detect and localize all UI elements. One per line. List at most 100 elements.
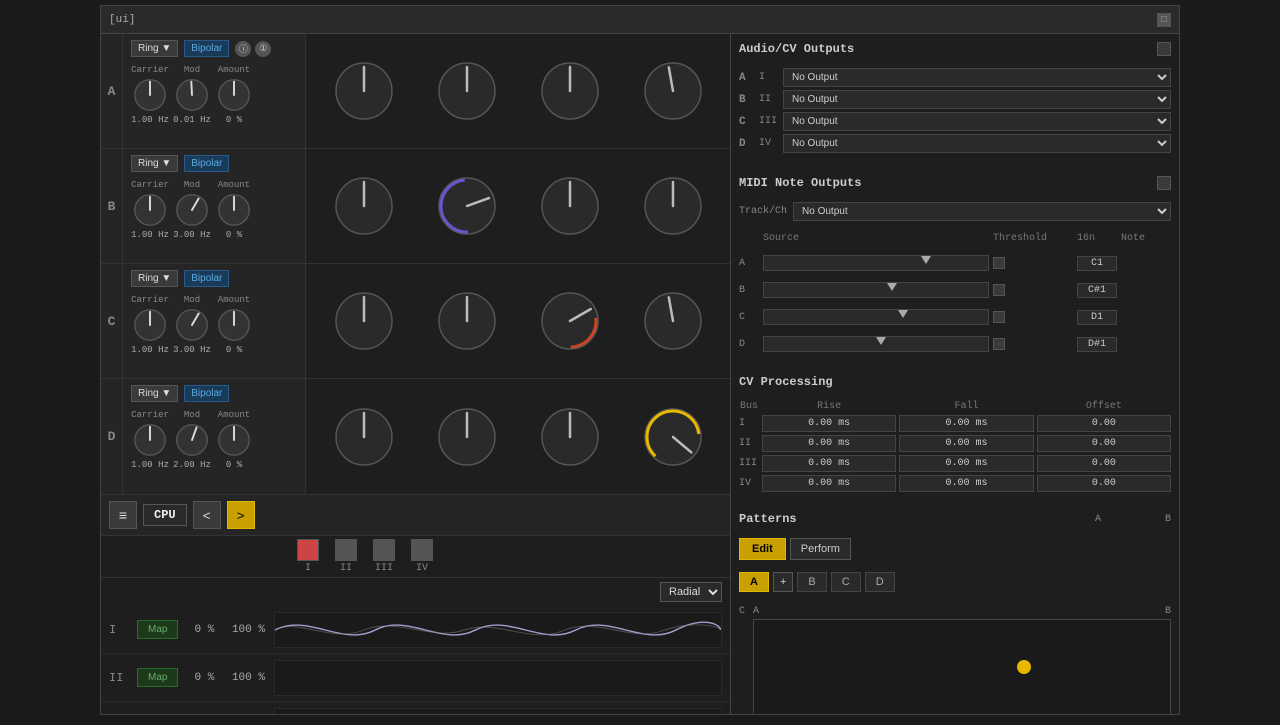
big-knob-c1[interactable] [314,287,413,355]
cv-rise-iii[interactable]: 0.00 ms [762,455,896,472]
step-header: I II III IV [101,536,730,578]
note-checkbox-c[interactable] [993,311,1005,323]
info-icon-a[interactable]: ⓘ [235,41,251,57]
osc-type-btn-a[interactable]: Ring ▼ [131,40,178,57]
cv-offset-iii[interactable]: 0.00 [1037,455,1171,472]
big-knob-c4[interactable] [623,287,722,355]
osc-type-btn-c[interactable]: Ring ▼ [131,270,178,287]
xy-dot [1017,660,1031,674]
cv-bus-iv: IV [739,478,759,489]
audio-select-a[interactable]: No Output [783,68,1171,87]
note-checkbox-d[interactable] [993,338,1005,350]
threshold-bar-a[interactable] [763,255,989,271]
big-knob-b1[interactable] [314,172,413,240]
pat-c-button[interactable]: C [831,572,861,592]
map-btn-ii[interactable]: Map [137,668,178,687]
audio-cv-checkbox[interactable] [1157,42,1171,56]
cv-rise-iv[interactable]: 0.00 ms [762,475,896,492]
midi-src-c: C [739,312,759,323]
menu-button[interactable]: ≡ [109,501,137,529]
close-button[interactable]: □ [1157,13,1171,27]
audio-cv-title: Audio/CV Outputs [739,42,854,56]
bipolar-btn-b[interactable]: Bipolar [184,155,229,172]
amount-knob-b[interactable] [215,191,253,229]
big-knob-a1[interactable] [314,57,413,125]
mod-knob-b[interactable] [173,191,211,229]
bipolar-btn-a[interactable]: Bipolar [184,40,229,57]
step-btn-ii[interactable] [335,539,357,561]
mod-knob-c[interactable] [173,306,211,344]
big-knob-d3[interactable] [520,403,619,471]
pat-a-button[interactable]: A [739,572,769,592]
cv-fall-ii[interactable]: 0.00 ms [899,435,1033,452]
big-knob-d1[interactable] [314,403,413,471]
xy-pad[interactable] [753,619,1171,714]
cv-fall-i[interactable]: 0.00 ms [899,415,1033,432]
step-label-iii: III [375,563,393,574]
big-knob-a2[interactable] [417,57,516,125]
big-knob-b2[interactable] [417,172,516,240]
osc-type-btn-d[interactable]: Ring ▼ [131,385,178,402]
big-knob-d2[interactable] [417,403,516,471]
pat-b-button[interactable]: B [797,572,826,592]
mixer-rows: I Map 0 % 100 % [101,606,730,714]
carrier-knob-d[interactable] [131,421,169,459]
step-btn-i[interactable] [297,539,319,561]
b-corner-label: B [1165,606,1171,617]
midi-col-headers: Source Threshold 16n Note [739,233,1171,244]
bipolar-btn-c[interactable]: Bipolar [184,270,229,287]
big-knob-a3[interactable] [520,57,619,125]
midi-checkbox[interactable] [1157,176,1171,190]
threshold-bar-c[interactable] [763,309,989,325]
amount-knob-c[interactable] [215,306,253,344]
audio-select-b[interactable]: No Output [783,90,1171,109]
carrier-knob-a[interactable] [131,76,169,114]
big-knob-b3[interactable] [520,172,619,240]
pat-plus-button[interactable]: + [773,572,793,592]
audio-cv-rows: A I No Output B II No Output C III No Ou… [739,68,1171,156]
midi-track-select[interactable]: No Output [793,202,1171,221]
mod-knob-d[interactable] [173,421,211,459]
cv-fall-iii[interactable]: 0.00 ms [899,455,1033,472]
num-icon-a[interactable]: ① [255,41,271,57]
audio-row-a: A I No Output [739,68,1171,87]
note-checkbox-b[interactable] [993,284,1005,296]
big-knob-d4[interactable] [623,403,722,471]
map-btn-i[interactable]: Map [137,620,178,639]
big-knob-c3[interactable] [520,287,619,355]
osc-controls-d: Ring ▼ Bipolar Carrier 1.00 Hz [123,379,306,494]
cv-rise-ii[interactable]: 0.00 ms [762,435,896,452]
cv-bus-iii: III [739,458,759,469]
cv-offset-iv[interactable]: 0.00 [1037,475,1171,492]
threshold-bar-d[interactable] [763,336,989,352]
big-knob-b4[interactable] [623,172,722,240]
audio-select-d[interactable]: No Output [783,134,1171,153]
carrier-knob-c[interactable] [131,306,169,344]
amount-knob-a[interactable] [215,76,253,114]
osc-type-btn-b[interactable]: Ring ▼ [131,155,178,172]
cv-offset-ii[interactable]: 0.00 [1037,435,1171,452]
patterns-title: Patterns [739,512,797,526]
edit-button[interactable]: Edit [739,538,786,560]
step-btn-iii[interactable] [373,539,395,561]
carrier-knob-b[interactable] [131,191,169,229]
cv-fall-iv[interactable]: 0.00 ms [899,475,1033,492]
perform-button[interactable]: Perform [790,538,851,560]
radial-select[interactable]: Radial [660,582,722,602]
prev-button[interactable]: < [193,501,221,529]
threshold-bar-b[interactable] [763,282,989,298]
cv-rise-i[interactable]: 0.00 ms [762,415,896,432]
big-knob-a4[interactable] [623,57,722,125]
midi-src-d: D [739,339,759,350]
note-checkbox-a[interactable] [993,257,1005,269]
step-btn-iv[interactable] [411,539,433,561]
next-button[interactable]: > [227,501,255,529]
bipolar-btn-d[interactable]: Bipolar [184,385,229,402]
mod-knob-a[interactable] [173,76,211,114]
pat-d-button[interactable]: D [865,572,895,592]
cv-offset-i[interactable]: 0.00 [1037,415,1171,432]
big-knob-c2[interactable] [417,287,516,355]
osc-label-c: C [108,314,116,329]
audio-select-c[interactable]: No Output [783,112,1171,131]
amount-knob-d[interactable] [215,421,253,459]
